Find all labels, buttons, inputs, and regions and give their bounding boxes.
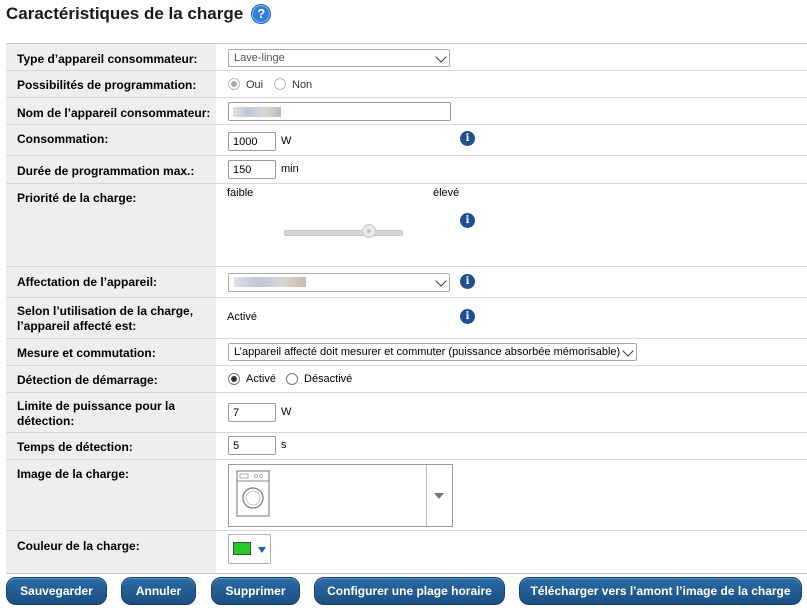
label-device-type: Type d’appareil consommateur: <box>6 44 216 70</box>
load-form: Type d’appareil consommateur: Lave-linge… <box>6 43 807 574</box>
device-type-value: Lave-linge <box>234 52 285 64</box>
start-detection-off-radio[interactable] <box>286 373 298 385</box>
programming-yes-label: Oui <box>246 79 264 91</box>
row-assigned-state: Selon l’utilisation de la charge, l’appa… <box>6 298 807 339</box>
start-detection-on-label: Activé <box>246 373 276 385</box>
programming-yes-radio[interactable] <box>228 78 240 90</box>
device-type-select[interactable]: Lave-linge <box>228 49 450 67</box>
schedule-button[interactable]: Configurer une plage horaire <box>314 577 505 605</box>
label-priority: Priorité de la charge: <box>6 184 216 266</box>
save-button[interactable]: Sauvegarder <box>6 577 107 605</box>
assignment-select[interactable] <box>228 273 450 292</box>
label-power-limit: Limite de puissance pour la détection: <box>6 393 216 432</box>
row-device-name: Nom de l’appareil consommateur: <box>6 98 807 125</box>
power-limit-unit: W <box>281 406 292 418</box>
row-programming: Possibilités de programmation: Oui Non <box>6 71 807 98</box>
label-detection-time: Temps de détection: <box>6 433 216 459</box>
detection-time-unit: s <box>281 439 287 451</box>
measure-value: L’appareil affecté doit mesurer et commu… <box>234 346 621 358</box>
redacted-text <box>234 277 306 287</box>
label-max-duration: Durée de programmation max.: <box>6 156 216 183</box>
title-row: Caractéristiques de la charge ? <box>6 4 272 24</box>
priority-slider-track[interactable] <box>284 230 403 236</box>
color-swatch <box>233 542 251 555</box>
detection-time-input[interactable]: 5 <box>228 436 276 455</box>
row-consumption: Consommation: 1000 W i <box>6 125 807 156</box>
programming-no-label: Non <box>292 79 313 91</box>
row-measure: Mesure et commutation: L’appareil affect… <box>6 339 807 366</box>
priority-high-label: élevé <box>433 187 460 199</box>
label-assignment: Affectation de l’appareil: <box>6 267 216 297</box>
info-icon[interactable]: i <box>460 213 475 228</box>
label-color: Couleur de la charge: <box>6 531 216 573</box>
row-priority: Priorité de la charge: faible élevé i <box>6 184 807 267</box>
info-icon[interactable]: i <box>460 309 475 324</box>
power-limit-input[interactable]: 7 <box>228 403 276 422</box>
label-assigned-state: Selon l’utilisation de la charge, l’appa… <box>6 298 216 338</box>
row-image: Image de la charge: <box>6 460 807 531</box>
row-device-type: Type d’appareil consommateur: Lave-linge <box>6 44 807 71</box>
cancel-button[interactable]: Annuler <box>121 577 196 605</box>
label-programming: Possibilités de programmation: <box>6 71 216 97</box>
page-title: Caractéristiques de la charge <box>6 4 244 23</box>
row-assignment: Affectation de l’appareil: i <box>6 267 807 298</box>
chevron-down-icon <box>622 345 634 357</box>
color-picker[interactable] <box>228 534 271 564</box>
image-dropdown-button[interactable] <box>426 465 452 526</box>
image-picker[interactable] <box>228 464 453 527</box>
device-name-input[interactable] <box>228 102 451 121</box>
start-detection-off-label: Désactivé <box>304 373 353 385</box>
chevron-down-icon <box>435 51 447 63</box>
info-icon[interactable]: i <box>460 131 475 146</box>
assigned-state-value: Activé <box>227 311 257 323</box>
upload-image-button[interactable]: Télécharger vers l’amont l’image de la c… <box>519 577 802 605</box>
delete-button[interactable]: Supprimer <box>211 577 300 605</box>
label-device-name: Nom de l’appareil consommateur: <box>6 98 216 124</box>
consumption-input[interactable]: 1000 <box>228 132 276 151</box>
priority-low-label: faible <box>227 187 254 199</box>
consumption-unit: W <box>281 135 292 147</box>
caret-down-icon <box>434 493 444 499</box>
max-duration-unit: min <box>281 163 299 175</box>
label-measure: Mesure et commutation: <box>6 339 216 365</box>
row-max-duration: Durée de programmation max.: 150 min <box>6 156 807 184</box>
label-start-detection: Détection de démarrage: <box>6 366 216 392</box>
max-duration-input[interactable]: 150 <box>228 160 276 179</box>
label-image: Image de la charge: <box>6 460 216 530</box>
row-detection-time: Temps de détection: 5 s <box>6 433 807 460</box>
redacted-text <box>233 107 281 117</box>
programming-no-radio[interactable] <box>274 78 286 90</box>
start-detection-on-radio[interactable] <box>228 373 240 385</box>
measure-select[interactable]: L’appareil affecté doit mesurer et commu… <box>228 343 637 361</box>
row-color: Couleur de la charge: <box>6 531 807 574</box>
help-icon[interactable]: ? <box>251 4 272 24</box>
caret-down-icon <box>258 547 266 553</box>
label-consumption: Consommation: <box>6 125 216 155</box>
info-icon[interactable]: i <box>460 274 475 289</box>
row-power-limit: Limite de puissance pour la détection: 7… <box>6 393 807 433</box>
row-start-detection: Détection de démarrage: Activé Désactivé <box>6 366 807 393</box>
chevron-down-icon <box>435 275 447 287</box>
washing-machine-icon <box>236 470 270 517</box>
